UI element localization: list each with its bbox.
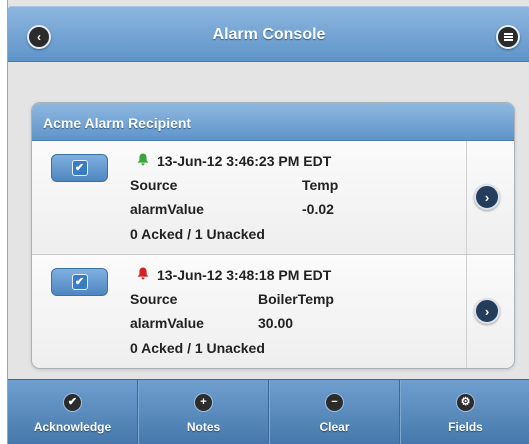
panel-title: Acme Alarm Recipient (32, 103, 514, 141)
menu-icon[interactable] (496, 25, 520, 49)
check-icon: ✔ (71, 274, 88, 290)
source-label: Source (130, 177, 178, 193)
chevron-right-icon[interactable]: › (474, 298, 500, 324)
source-value: BoilerTemp (258, 291, 334, 307)
notes-button[interactable]: + Notes (138, 380, 269, 444)
check-icon: ✔ (71, 160, 88, 176)
acknowledge-checkbox[interactable]: ✔ (51, 154, 108, 182)
footer-toolbar: ✔ Acknowledge + Notes − Clear ⚙ Fields (8, 379, 529, 444)
source-label: Source (130, 291, 178, 307)
header-bar: ‹ Alarm Console (8, 6, 529, 62)
alarm-value: -0.02 (302, 201, 334, 217)
alarm-value-label: alarmValue (130, 315, 204, 331)
alarm-value-label: alarmValue (130, 201, 204, 217)
gear-icon: ⚙ (456, 393, 475, 412)
alarm-row: ✔ 13-Jun-12 3:48:18 PM EDT Source Boiler… (32, 255, 514, 368)
clear-button[interactable]: − Clear (269, 380, 400, 444)
source-value: Temp (302, 177, 339, 193)
alarm-panel: Acme Alarm Recipient ✔ 13-Jun-12 3:46:23… (31, 102, 515, 369)
app-window: ‹ Alarm Console Acme Alarm Recipient ✔ 1… (7, 0, 529, 444)
chevron-right-icon[interactable]: › (474, 184, 500, 210)
alarm-timestamp: 13-Jun-12 3:46:23 PM EDT (157, 153, 332, 169)
row-divider (466, 141, 467, 254)
minus-icon: − (325, 393, 344, 412)
alarm-row: ✔ 13-Jun-12 3:46:23 PM EDT Source Temp a… (32, 141, 514, 255)
clear-label: Clear (319, 420, 350, 434)
row-divider (466, 255, 467, 368)
notes-label: Notes (186, 420, 221, 434)
bell-icon (137, 153, 149, 166)
bell-icon (137, 267, 149, 280)
page-title: Alarm Console (212, 26, 326, 43)
fields-label: Fields (448, 420, 483, 434)
check-icon: ✔ (63, 393, 82, 412)
acknowledge-button[interactable]: ✔ Acknowledge (8, 380, 138, 444)
acknowledge-label: Acknowledge (33, 420, 112, 434)
acknowledge-checkbox[interactable]: ✔ (51, 268, 108, 296)
fields-button[interactable]: ⚙ Fields (400, 380, 529, 444)
alarm-timestamp: 13-Jun-12 3:48:18 PM EDT (157, 267, 332, 283)
plus-icon: + (194, 393, 213, 412)
ack-status: 0 Acked / 1 Unacked (130, 226, 265, 242)
alarm-value: 30.00 (258, 315, 294, 331)
ack-status: 0 Acked / 1 Unacked (130, 340, 265, 356)
